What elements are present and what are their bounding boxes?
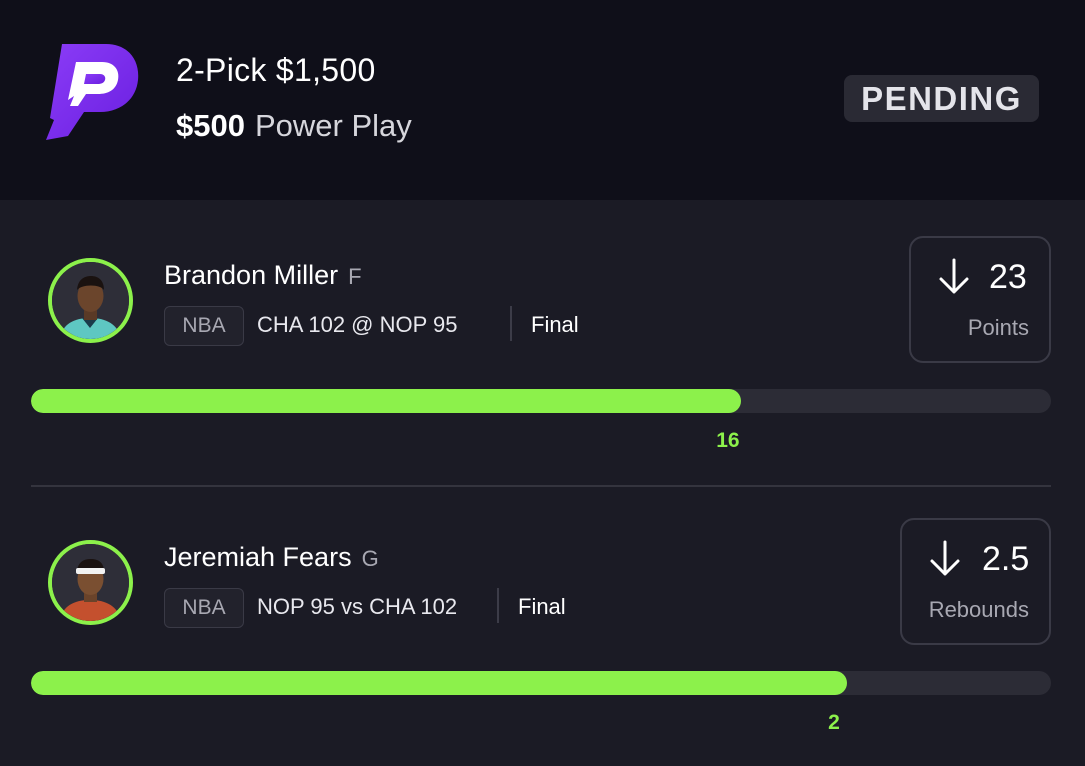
entry-subtitle: $500 Power Play (176, 108, 412, 144)
matchup-divider (497, 588, 499, 623)
entry-amount: $500 (176, 108, 245, 143)
progress-fill (31, 671, 847, 695)
stat-type: Points (967, 315, 1029, 340)
status-badge: PENDING (844, 75, 1039, 122)
entry-header: 2-Pick $1,500 $500 Power Play PENDING (0, 0, 1085, 200)
player-avatar (48, 258, 133, 343)
league-chip: NBA (164, 306, 244, 346)
game-status: Final (531, 312, 579, 337)
player-headshot-icon (52, 262, 129, 339)
game-matchup: CHA 102 @ NOP 95 (257, 312, 458, 337)
pick-divider (31, 485, 1051, 487)
stat-line-value: 2.5 (982, 540, 1030, 578)
player-name: Brandon Miller (164, 260, 339, 290)
arrow-down-icon (930, 540, 960, 576)
matchup-divider (510, 306, 512, 341)
player-avatar (48, 540, 133, 625)
player-position: G (361, 546, 379, 571)
league-chip: NBA (164, 588, 244, 628)
player-name-row: Brandon Miller F (164, 260, 362, 291)
entry-title: 2-Pick $1,500 (176, 52, 376, 88)
arrow-down-icon (939, 258, 969, 294)
stat-line-box[interactable]: 2.5 Rebounds (900, 518, 1051, 645)
player-headshot-icon (52, 544, 129, 621)
entry-card: 2-Pick $1,500 $500 Power Play PENDING Bra… (0, 0, 1085, 766)
player-position: F (348, 264, 362, 289)
progress-fill (31, 389, 741, 413)
progress-track (31, 389, 1051, 413)
game-matchup: NOP 95 vs CHA 102 (257, 594, 458, 619)
stat-line-box[interactable]: 23 Points (909, 236, 1051, 363)
player-name: Jeremiah Fears (164, 542, 352, 572)
stat-type: Rebounds (928, 597, 1029, 622)
game-status: Final (518, 594, 566, 619)
stat-line-value: 23 (989, 258, 1027, 296)
pick-row[interactable]: Jeremiah Fears G NBA NOP 95 vs CHA 102 Fi… (0, 502, 1085, 762)
pick-row[interactable]: Brandon Miller F NBA CHA 102 @ NOP 95 Fin… (0, 220, 1085, 480)
progress-current-value: 2 (828, 711, 840, 734)
app-logo-icon (46, 44, 139, 140)
player-name-row: Jeremiah Fears G (164, 542, 379, 573)
progress-track (31, 671, 1051, 695)
progress-current-value: 16 (716, 429, 740, 452)
play-type: Power Play (254, 108, 412, 143)
